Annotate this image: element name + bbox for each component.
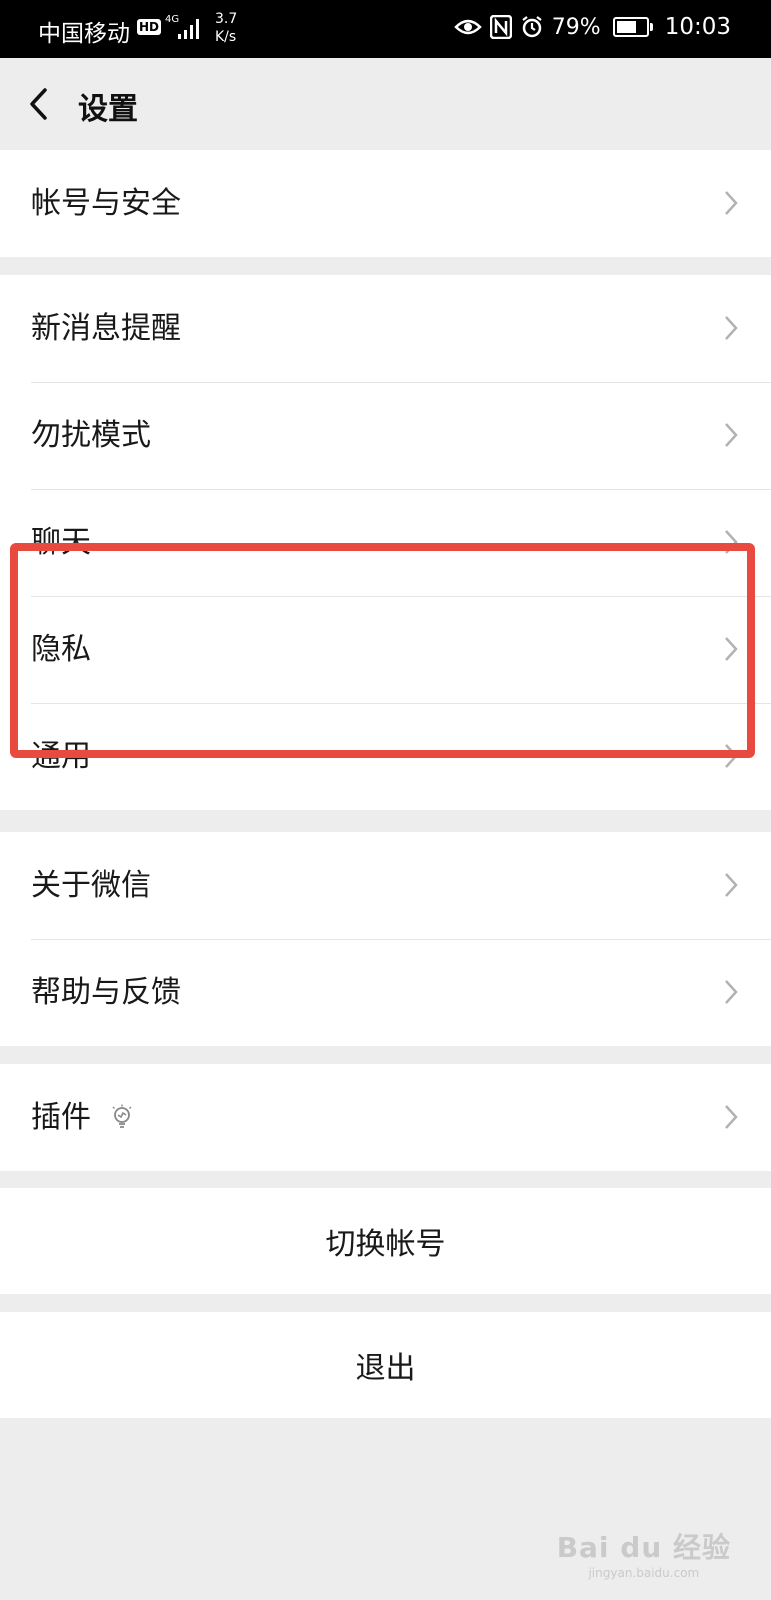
about-group: 关于微信 帮助与反馈 [0,832,771,1046]
carrier-name: 中国移动 [38,21,130,47]
settings-item-help-feedback[interactable]: 帮助与反馈 [0,939,771,1046]
alarm-icon [522,16,542,38]
eye-icon [454,19,482,35]
back-arrow-icon[interactable] [26,84,50,124]
settings-item-privacy[interactable]: 隐私 [0,596,771,703]
settings-item-chat[interactable]: 聊天 [0,489,771,596]
item-label: 关于微信 [31,868,151,903]
signal-icon [178,19,199,39]
clock: 10:03 [664,14,731,40]
chevron-right-icon [725,191,738,215]
page-title: 设置 [78,92,138,127]
logout-button[interactable]: 退出 [0,1312,771,1418]
logout-label: 退出 [355,1351,416,1386]
network-speed: 3.7 K/s [215,10,237,46]
battery-percent: 79% [551,14,601,40]
nfc-icon [489,15,512,39]
chevron-right-icon [725,316,738,340]
settings-item-plugins[interactable]: 插件 [0,1064,771,1171]
watermark-sub: jingyan.baidu.com [588,1566,700,1580]
chevron-right-icon [725,744,738,768]
nav-bar: 设置 [0,58,771,150]
item-label: 新消息提醒 [31,311,181,346]
chevron-right-icon [725,637,738,661]
battery-icon [612,17,653,37]
speed-unit: K/s [215,29,237,45]
speed-value: 3.7 [215,11,238,27]
item-label: 帐号与安全 [31,186,181,221]
item-label: 插件 [31,1100,91,1135]
item-label: 隐私 [31,632,91,667]
settings-item-do-not-disturb[interactable]: 勿扰模式 [0,382,771,489]
settings-group: 新消息提醒 勿扰模式 聊天 隐私 通用 [0,275,771,810]
settings-item-about[interactable]: 关于微信 [0,832,771,939]
chevron-right-icon [725,423,738,447]
item-label: 聊天 [31,525,91,560]
baidu-watermark: Bai du 经验 jingyan.baidu.com [557,1526,731,1580]
switch-account-button[interactable]: 切换帐号 [0,1188,771,1294]
watermark-main: Bai du 经验 [556,1531,731,1564]
status-bar: 中国移动 HD 4G 3.7 K/s 79% 10:03 [0,0,771,58]
plugins-group: 插件 [0,1064,771,1171]
item-label: 帮助与反馈 [31,975,181,1010]
item-label: 通用 [31,739,91,774]
chevron-right-icon [725,1105,738,1129]
lightbulb-icon [112,1104,132,1128]
account-group: 帐号与安全 [0,150,771,257]
chevron-right-icon [725,873,738,897]
settings-item-general[interactable]: 通用 [0,703,771,810]
hd-badge: HD [137,19,162,35]
item-label: 勿扰模式 [31,418,151,453]
chevron-right-icon [725,980,738,1004]
settings-item-notifications[interactable]: 新消息提醒 [0,275,771,382]
chevron-right-icon [725,530,738,554]
switch-account-label: 切换帐号 [325,1227,446,1262]
settings-item-account-security[interactable]: 帐号与安全 [0,150,771,257]
